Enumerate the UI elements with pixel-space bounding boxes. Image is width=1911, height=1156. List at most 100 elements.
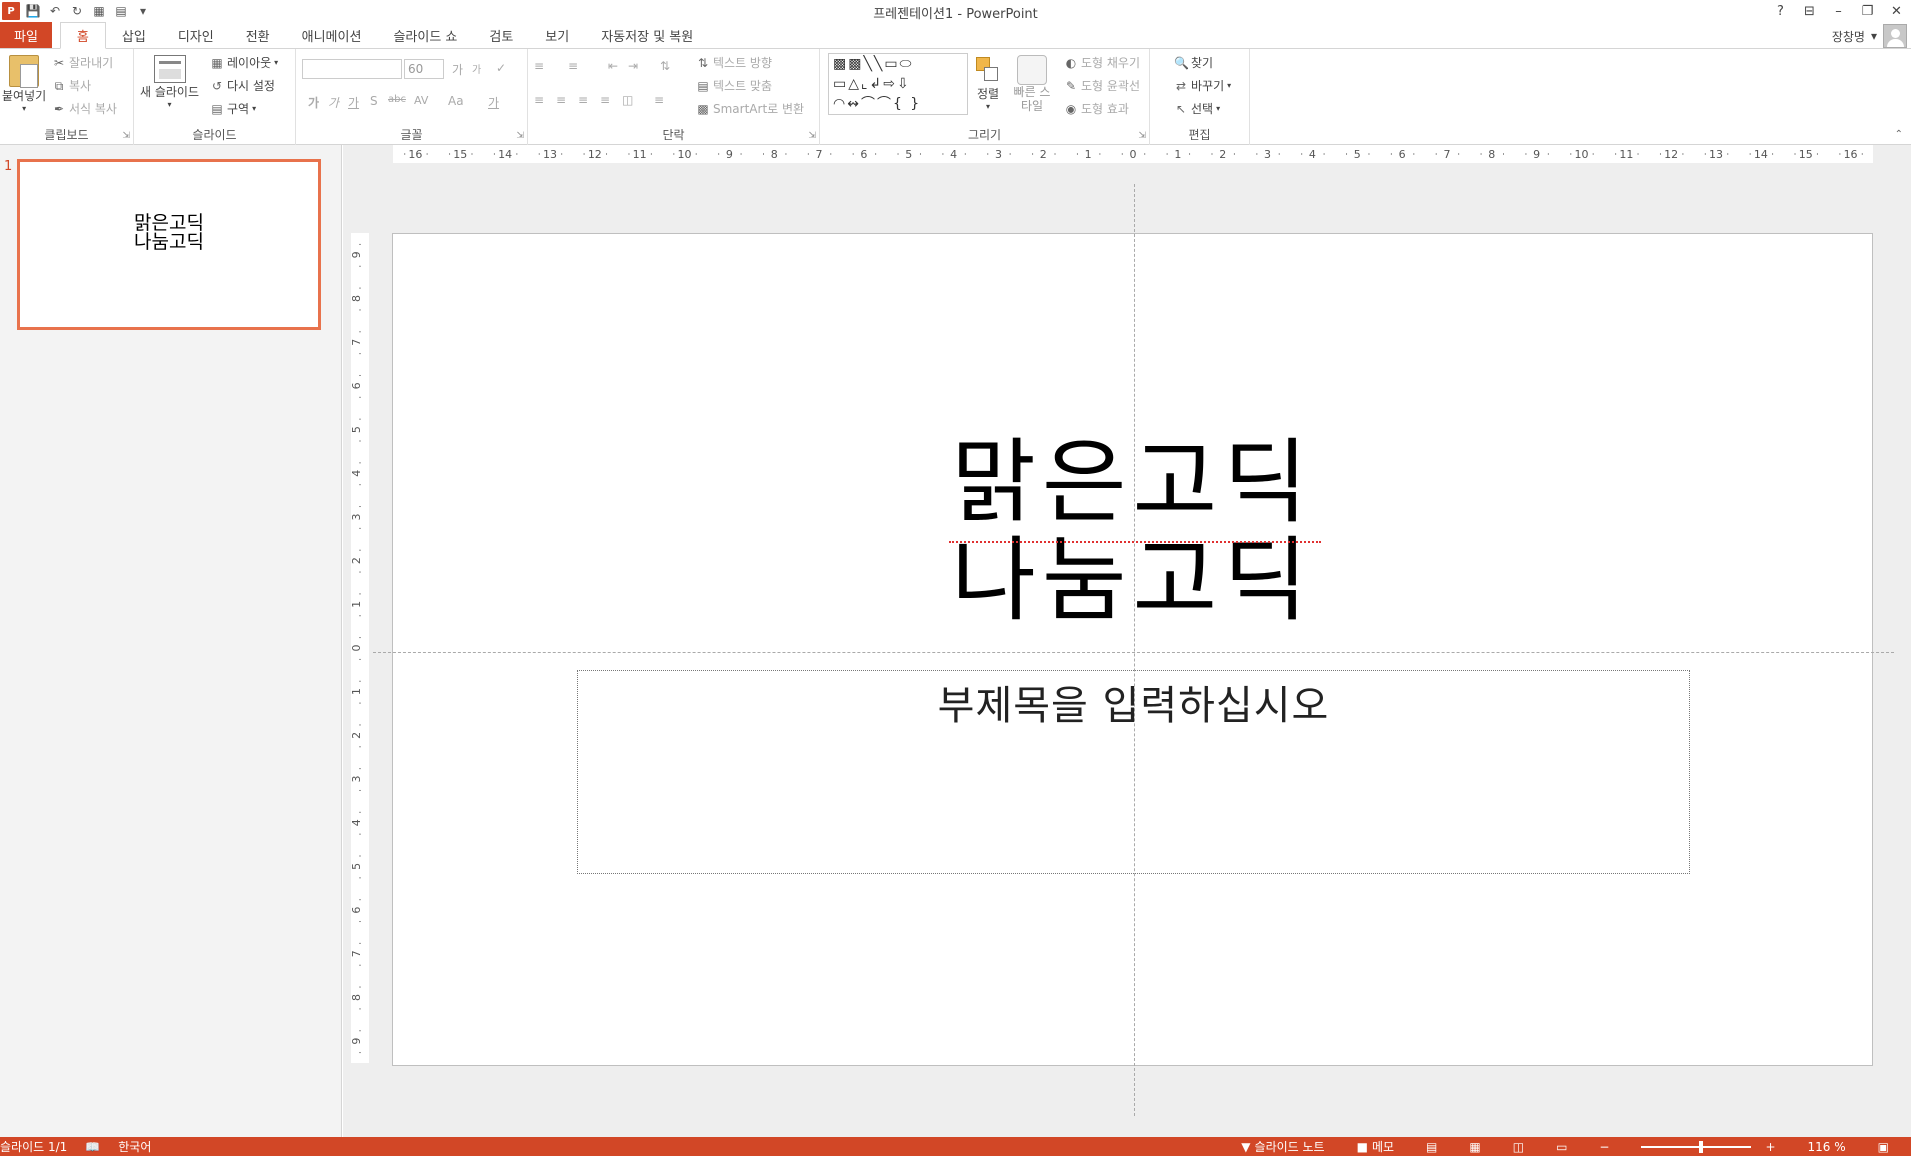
justify-icon[interactable]: ≡ xyxy=(600,93,610,107)
slide-title[interactable]: 맑은고딕 나눔고딕 xyxy=(393,434,1872,630)
chevron-down-icon[interactable]: ▾ xyxy=(1871,29,1877,43)
distribute-icon[interactable]: ≡ xyxy=(654,93,664,107)
comments-button[interactable]: ■ 메모 xyxy=(1357,1138,1394,1155)
tab-home[interactable]: 홈 xyxy=(59,22,106,49)
reset-button[interactable]: ↺ 다시 설정 xyxy=(210,77,275,94)
account-area[interactable]: 장창명 ▾ xyxy=(1832,24,1907,48)
ribbon-display-icon[interactable]: ⊟ xyxy=(1795,0,1824,22)
undo-icon[interactable]: ↶ xyxy=(46,2,64,20)
paste-button[interactable]: 붙여넣기 ▾ xyxy=(2,55,46,113)
vertical-guide[interactable] xyxy=(1134,184,1135,1116)
zoom-slider[interactable] xyxy=(1641,1140,1752,1153)
fit-to-window-icon[interactable]: ▣ xyxy=(1878,1140,1889,1154)
restore-icon[interactable]: ❐ xyxy=(1853,0,1882,22)
align-center-icon[interactable]: ≡ xyxy=(556,93,566,107)
tab-animations[interactable]: 애니메이션 xyxy=(286,22,378,48)
shadow-button[interactable]: S xyxy=(370,94,378,108)
zoom-in-icon[interactable]: + xyxy=(1765,1140,1775,1154)
vertical-ruler[interactable]: 9 8 7 6 5 4 3 2 1 0 1 2 3 4 5 6 7 8 9 xyxy=(351,233,369,1063)
notes-button[interactable]: ▼ 슬라이드 노트 xyxy=(1241,1138,1324,1155)
shape-effects-button[interactable]: ◉ 도형 효과 xyxy=(1064,100,1129,117)
replace-button[interactable]: ⇄ 바꾸기 ▾ xyxy=(1174,77,1231,94)
font-size-combo[interactable]: 60 xyxy=(404,59,444,79)
tab-view[interactable]: 보기 xyxy=(529,22,585,48)
align-left-icon[interactable]: ≡ xyxy=(534,93,544,107)
shapes-row-2: ▭△⌞↲⇨⇩ xyxy=(833,76,911,92)
font-color-button[interactable]: 가 xyxy=(488,94,499,111)
slide-counter[interactable]: 슬라이드 1/1 xyxy=(0,1138,67,1155)
shapes-gallery[interactable]: ▩▩╲╲▭⬭ ▭△⌞↲⇨⇩ ◠↭⌒⌒{ } xyxy=(828,53,968,115)
underline-button[interactable]: 가 xyxy=(348,94,359,111)
subtitle-placeholder[interactable]: 부제목을 입력하십시오 xyxy=(577,670,1690,874)
change-case-button[interactable]: Aa xyxy=(448,94,464,108)
columns-icon[interactable]: ◫ xyxy=(622,93,633,107)
customize-icon[interactable]: ▾ xyxy=(134,2,152,20)
tab-slideshow[interactable]: 슬라이드 쇼 xyxy=(377,22,473,48)
copy-button[interactable]: ⧉ 복사 xyxy=(52,77,91,94)
slide-canvas[interactable]: 맑은고딕 나눔고딕 부제목을 입력하십시오 xyxy=(373,184,1894,1116)
shape-outline-button[interactable]: ✎ 도형 윤곽선 xyxy=(1064,77,1140,94)
dialog-launcher-icon[interactable]: ⇲ xyxy=(516,131,524,141)
zoom-slider-thumb[interactable] xyxy=(1698,1140,1703,1153)
font-name-combo[interactable] xyxy=(302,59,402,79)
powerpoint-logo-icon[interactable]: P xyxy=(2,2,20,20)
redo-icon[interactable]: ↻ xyxy=(68,2,86,20)
tab-autosave[interactable]: 자동저장 및 복원 xyxy=(585,22,709,48)
find-button[interactable]: 🔍 찾기 xyxy=(1174,54,1213,71)
dialog-launcher-icon[interactable]: ⇲ xyxy=(808,131,816,141)
language-indicator[interactable]: 한국어 xyxy=(118,1138,151,1155)
format-painter-button[interactable]: ✒ 서식 복사 xyxy=(52,100,117,117)
section-button[interactable]: ▤ 구역 ▾ xyxy=(210,100,256,117)
tab-file[interactable]: 파일 xyxy=(0,22,52,48)
clear-format-icon[interactable]: ✓ xyxy=(496,61,506,75)
zoom-out-icon[interactable]: − xyxy=(1599,1140,1609,1154)
avatar[interactable] xyxy=(1883,24,1907,48)
shrink-font-button[interactable]: 가 xyxy=(472,61,481,76)
bold-button[interactable]: 가 xyxy=(308,94,319,111)
layout-button[interactable]: ▦ 레이아웃 ▾ xyxy=(210,54,278,71)
start-icon[interactable]: ▤ xyxy=(112,2,130,20)
line-spacing-icon[interactable]: ⇅ xyxy=(660,59,670,73)
slide-sorter-icon[interactable]: ▦ xyxy=(1469,1140,1480,1154)
numbering-icon[interactable]: ≡ xyxy=(568,59,578,73)
cut-button[interactable]: ✂ 잘라내기 xyxy=(52,54,113,71)
horizontal-ruler[interactable]: 16 15 14 13 12 11 10 9 8 7 6 5 4 3 2 1 0 1 2 3 4 5 6 7 8 9 10 11 12 1… xyxy=(393,145,1873,163)
new-slide-icon[interactable]: ▦ xyxy=(90,2,108,20)
close-icon[interactable]: ✕ xyxy=(1882,0,1911,22)
decrease-indent-icon[interactable]: ⇤ xyxy=(608,59,618,73)
arrange-button[interactable]: 정렬 ▾ xyxy=(974,55,1002,111)
tab-insert[interactable]: 삽입 xyxy=(106,22,162,48)
tab-design[interactable]: 디자인 xyxy=(162,22,230,48)
align-right-icon[interactable]: ≡ xyxy=(578,93,588,107)
account-name[interactable]: 장창명 xyxy=(1832,28,1865,45)
shape-fill-button[interactable]: ◐ 도형 채우기 xyxy=(1064,54,1140,71)
collapse-ribbon-icon[interactable]: ⌃ xyxy=(1895,129,1903,140)
slideshow-view-icon[interactable]: ▭ xyxy=(1556,1140,1567,1154)
save-icon[interactable]: 💾 xyxy=(24,2,42,20)
zoom-level[interactable]: 116 % xyxy=(1808,1140,1846,1154)
spacing-button[interactable]: AV xyxy=(414,94,428,107)
dialog-launcher-icon[interactable]: ⇲ xyxy=(122,131,130,141)
minimize-icon[interactable]: – xyxy=(1824,0,1853,22)
align-text-button[interactable]: ▤ 텍스트 맞춤 xyxy=(696,77,772,94)
horizontal-guide[interactable] xyxy=(373,652,1894,653)
increase-indent-icon[interactable]: ⇥ xyxy=(628,59,638,73)
chevron-down-icon: ▾ xyxy=(274,58,279,67)
tab-transitions[interactable]: 전환 xyxy=(230,22,286,48)
grow-font-button[interactable]: 가 xyxy=(452,61,463,78)
tab-review[interactable]: 검토 xyxy=(473,22,529,48)
italic-button[interactable]: 가 xyxy=(328,94,339,111)
select-button[interactable]: ↖ 선택 ▾ xyxy=(1174,100,1220,117)
quick-styles-button[interactable]: 빠른 스타일 xyxy=(1012,55,1052,113)
bullets-icon[interactable]: ≡ xyxy=(534,59,544,73)
help-icon[interactable]: ? xyxy=(1766,0,1795,22)
reading-view-icon[interactable]: ◫ xyxy=(1513,1140,1524,1154)
dialog-launcher-icon[interactable]: ⇲ xyxy=(1138,131,1146,141)
strikethrough-button[interactable]: abc xyxy=(388,94,406,105)
proofing-icon[interactable]: 📖 xyxy=(85,1140,100,1154)
smartart-button[interactable]: ▩ SmartArt로 변환 xyxy=(696,100,804,117)
slide-thumbnail[interactable]: 맑은고딕 나눔고딕 xyxy=(17,159,321,330)
new-slide-button[interactable]: 새 슬라이드 ▾ xyxy=(140,55,199,109)
text-direction-button[interactable]: ⇅ 텍스트 방향 xyxy=(696,54,772,71)
normal-view-icon[interactable]: ▤ xyxy=(1426,1140,1437,1154)
